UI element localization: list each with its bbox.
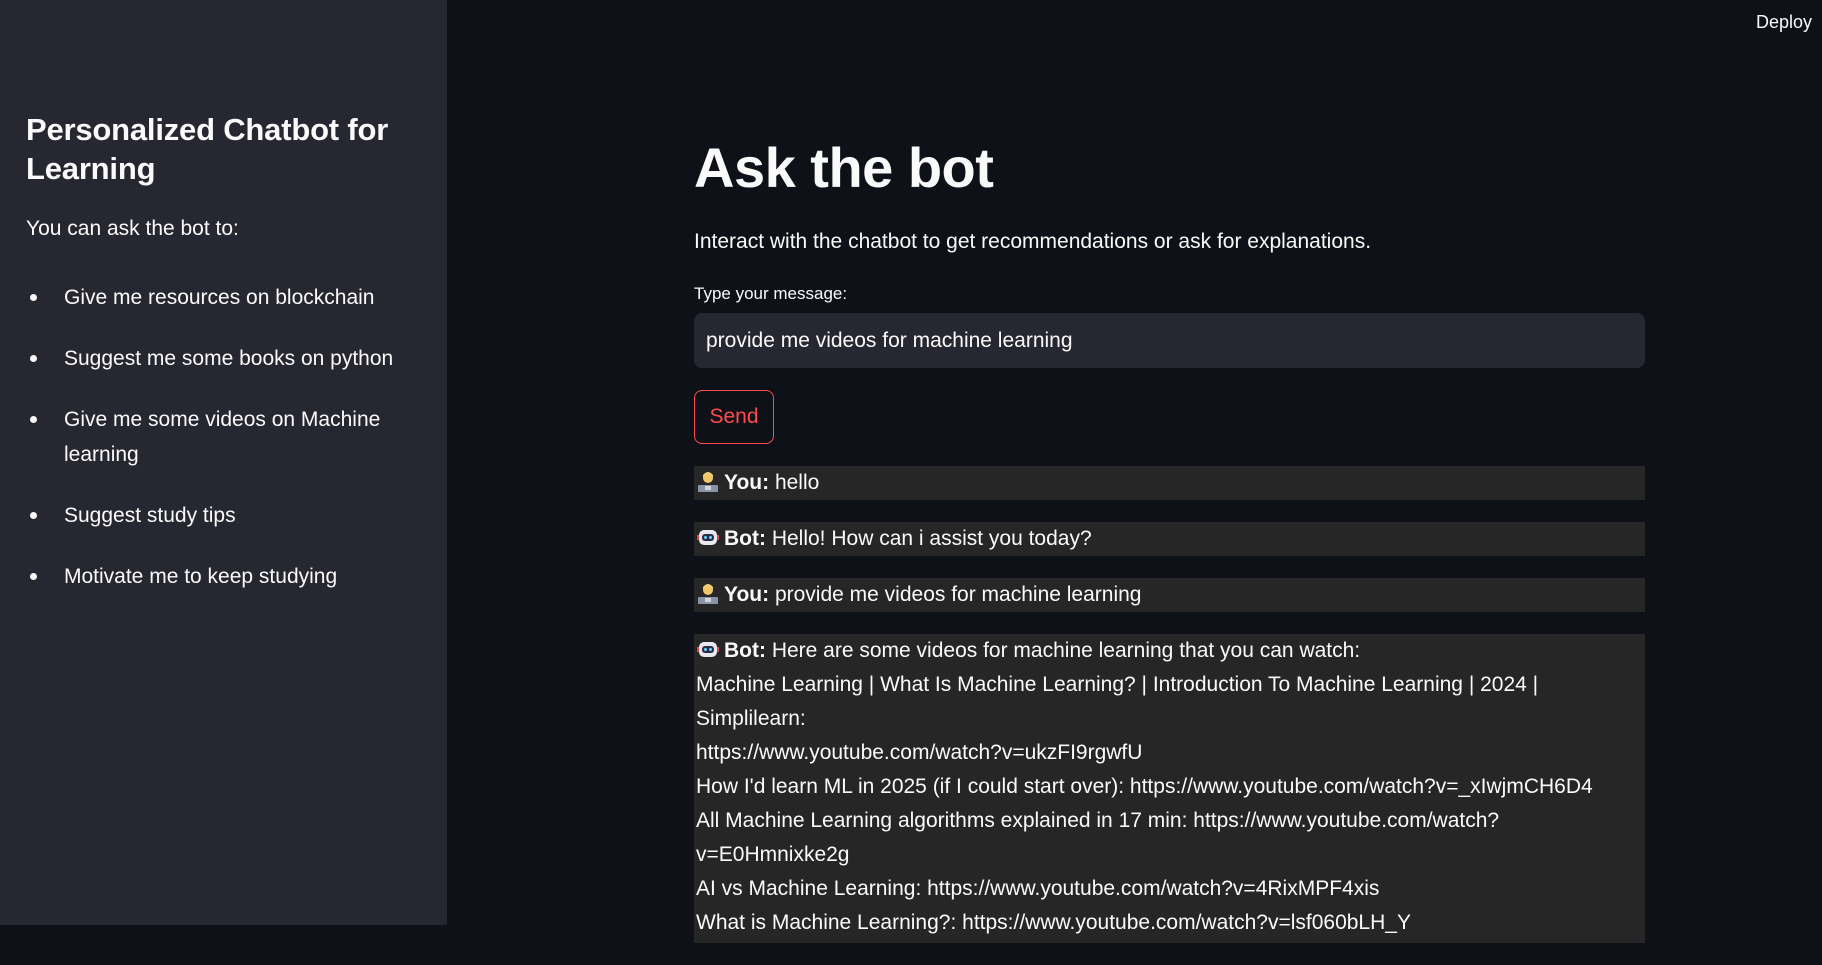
message-first-line: Bot: Here are some videos for machine le… <box>696 634 1643 668</box>
message-line: Machine Learning | What Is Machine Learn… <box>696 673 1539 730</box>
message-line: All Machine Learning algorithms explaine… <box>696 809 1500 866</box>
bullet-icon <box>30 512 37 519</box>
robot-icon <box>697 530 719 545</box>
chat-message-bot: Bot: Here are some videos for machine le… <box>694 634 1645 943</box>
suggestion-text: Suggest study tips <box>64 504 236 527</box>
speaker-label: Bot: <box>724 639 766 662</box>
chat-message-user: You: hello <box>694 466 1645 500</box>
chat-message-user: You: provide me videos for machine learn… <box>694 578 1645 612</box>
suggestion-text: Give me resources on blockchain <box>64 286 375 309</box>
user-technologist-icon <box>698 584 718 604</box>
deploy-button[interactable]: Deploy <box>1756 12 1812 33</box>
main-content: Ask the bot Interact with the chatbot to… <box>694 134 1646 965</box>
chat-log: You: hello Bot: Hello! How can i assist … <box>694 466 1646 943</box>
message-input[interactable] <box>694 313 1645 368</box>
message-line: AI vs Machine Learning: https://www.yout… <box>696 877 1380 900</box>
speaker-label: You: <box>724 471 770 494</box>
bullet-icon <box>30 416 37 423</box>
user-technologist-icon <box>698 472 718 492</box>
suggestion-text: Give me some videos on Machine learning <box>64 408 381 466</box>
message-text: Here are some videos for machine learnin… <box>771 639 1361 662</box>
sidebar: Personalized Chatbot for Learning You ca… <box>0 0 447 925</box>
chat-message-bot: Bot: Hello! How can i assist you today? <box>694 522 1645 556</box>
speaker-label: You: <box>724 583 770 606</box>
page-subtitle: Interact with the chatbot to get recomme… <box>694 230 1372 253</box>
suggestion-item: Give me resources on blockchain <box>26 280 421 315</box>
suggestion-item: Suggest me some books on python <box>26 341 421 376</box>
suggestion-item: Give me some videos on Machine learning <box>26 402 421 472</box>
speaker-label: Bot: <box>724 527 766 550</box>
message-text: Hello! How can i assist you today? <box>771 527 1092 550</box>
suggestion-list: Give me resources on blockchain Suggest … <box>26 280 421 594</box>
send-button[interactable]: Send <box>694 390 774 444</box>
message-input-label: Type your message: <box>694 284 848 303</box>
sidebar-title: Personalized Chatbot for Learning <box>26 112 389 186</box>
bullet-icon <box>30 573 37 580</box>
page-title: Ask the bot <box>694 136 994 199</box>
message-line: How I'd learn ML in 2025 (if I could sta… <box>696 775 1593 798</box>
message-text: provide me videos for machine learning <box>774 583 1142 606</box>
suggestion-text: Suggest me some books on python <box>64 347 394 370</box>
message-text: hello <box>774 471 820 494</box>
robot-icon <box>697 642 719 657</box>
suggestion-text: Motivate me to keep studying <box>64 565 338 588</box>
sidebar-intro: You can ask the bot to: <box>26 217 239 240</box>
message-line: What is Machine Learning?: https://www.y… <box>696 911 1411 934</box>
bullet-icon <box>30 294 37 301</box>
bullet-icon <box>30 355 37 362</box>
video-link[interactable]: https://www.youtube.com/watch?v=ukzFI9rg… <box>696 736 1643 770</box>
suggestion-item: Suggest study tips <box>26 498 421 533</box>
suggestion-item: Motivate me to keep studying <box>26 559 421 594</box>
